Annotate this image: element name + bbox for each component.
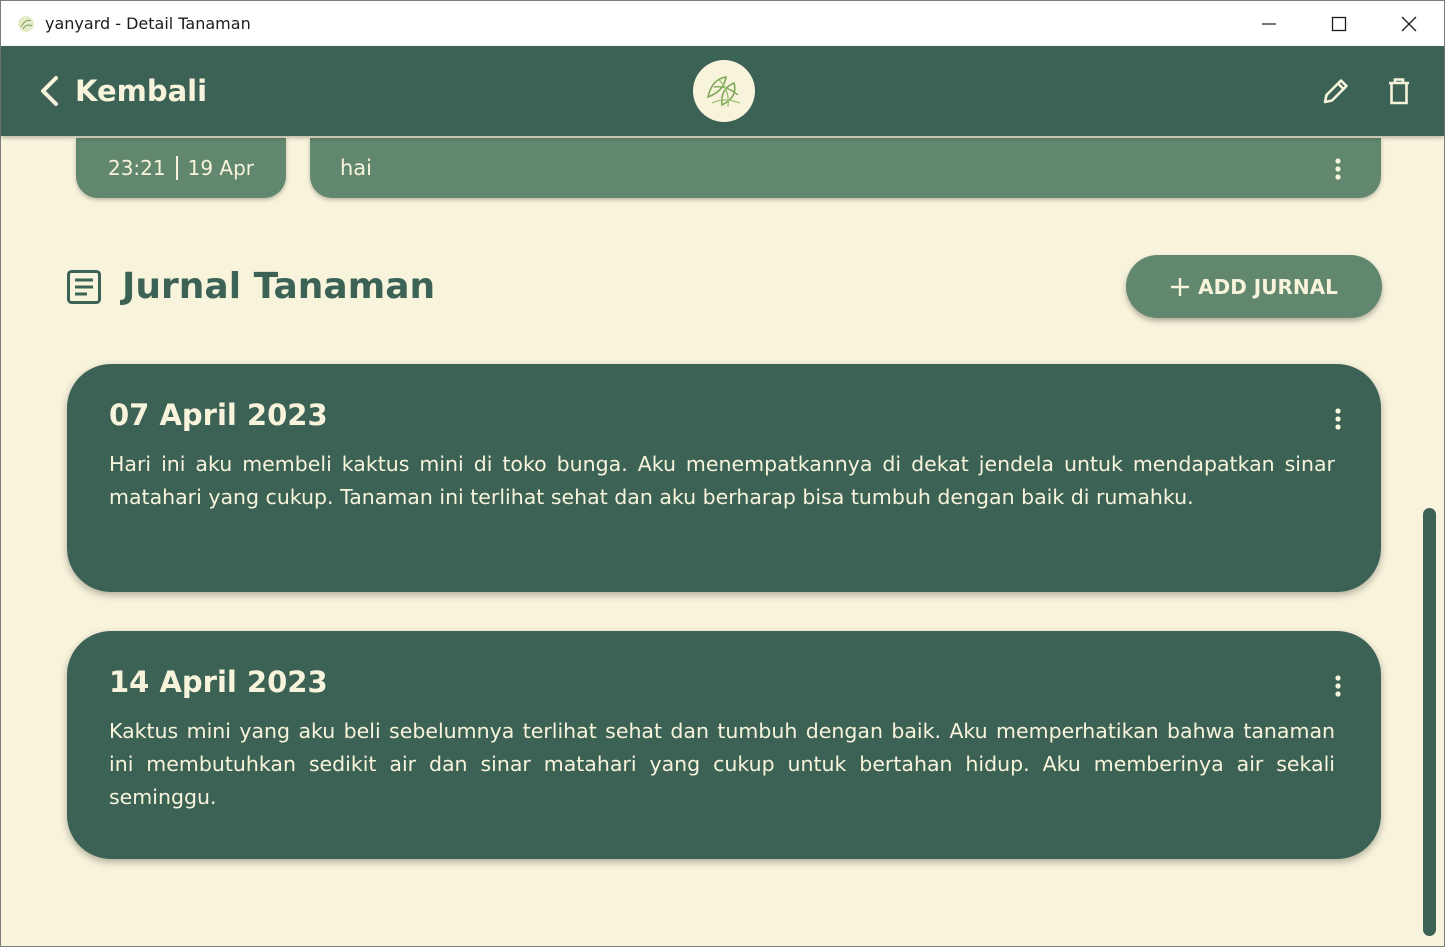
back-label: Kembali — [75, 74, 208, 108]
more-vert-icon[interactable] — [1335, 675, 1341, 701]
note-text: hai — [340, 156, 373, 180]
note-row: 23:21 19 Apr hai — [76, 138, 1381, 198]
add-journal-button[interactable]: ADD JURNAL — [1126, 255, 1382, 318]
journal-header: Jurnal Tanaman — [66, 266, 435, 307]
timestamp-divider — [175, 156, 178, 180]
journal-body: Hari ini aku membeli kaktus mini di toko… — [109, 452, 1335, 509]
note-timestamp: 23:21 19 Apr — [76, 138, 286, 198]
app-window: yanyard - Detail Tanaman Kembali 23:21 1… — [0, 0, 1445, 947]
journal-date: 07 April 2023 — [109, 398, 328, 432]
journal-date: 14 April 2023 — [109, 665, 328, 699]
title-bar: yanyard - Detail Tanaman — [1, 1, 1444, 46]
maximize-button[interactable] — [1304, 1, 1374, 46]
scroll-content[interactable]: 23:21 19 Apr hai Jurnal Tanaman ADD JURN… — [1, 136, 1444, 946]
minimize-button[interactable] — [1234, 1, 1304, 46]
back-button[interactable]: Kembali — [37, 46, 207, 136]
more-vert-icon[interactable] — [1335, 158, 1341, 185]
minimize-icon — [1262, 22, 1276, 25]
journal-card[interactable]: 07 April 2023 Hari ini aku membeli kaktu… — [67, 364, 1381, 592]
chevron-left-icon — [41, 76, 58, 106]
article-icon — [67, 269, 101, 304]
more-vert-icon[interactable] — [1335, 408, 1341, 434]
trash-icon — [1389, 78, 1409, 105]
scrollbar-thumb[interactable] — [1423, 508, 1436, 936]
close-button[interactable] — [1374, 1, 1444, 46]
journal-card[interactable]: 14 April 2023 Kaktus mini yang aku beli … — [67, 631, 1381, 859]
note-time: 23:21 — [107, 156, 166, 180]
window-title: yanyard - Detail Tanaman — [45, 14, 251, 33]
maximize-icon — [1331, 16, 1347, 31]
edit-button[interactable] — [1319, 74, 1353, 108]
plant-logo — [693, 60, 755, 122]
app-bar: Kembali — [1, 46, 1444, 136]
add-journal-label: ADD JURNAL — [1198, 274, 1338, 299]
close-icon — [1401, 16, 1417, 31]
edit-pencil-icon — [1323, 79, 1348, 104]
journal-title: Jurnal Tanaman — [122, 266, 436, 307]
note-date: 19 Apr — [187, 156, 255, 180]
app-icon — [16, 14, 36, 34]
delete-button[interactable] — [1382, 74, 1416, 108]
plus-icon — [1170, 277, 1190, 297]
note-item[interactable]: hai — [310, 138, 1381, 198]
journal-body: Kaktus mini yang aku beli sebelumnya ter… — [109, 719, 1335, 809]
